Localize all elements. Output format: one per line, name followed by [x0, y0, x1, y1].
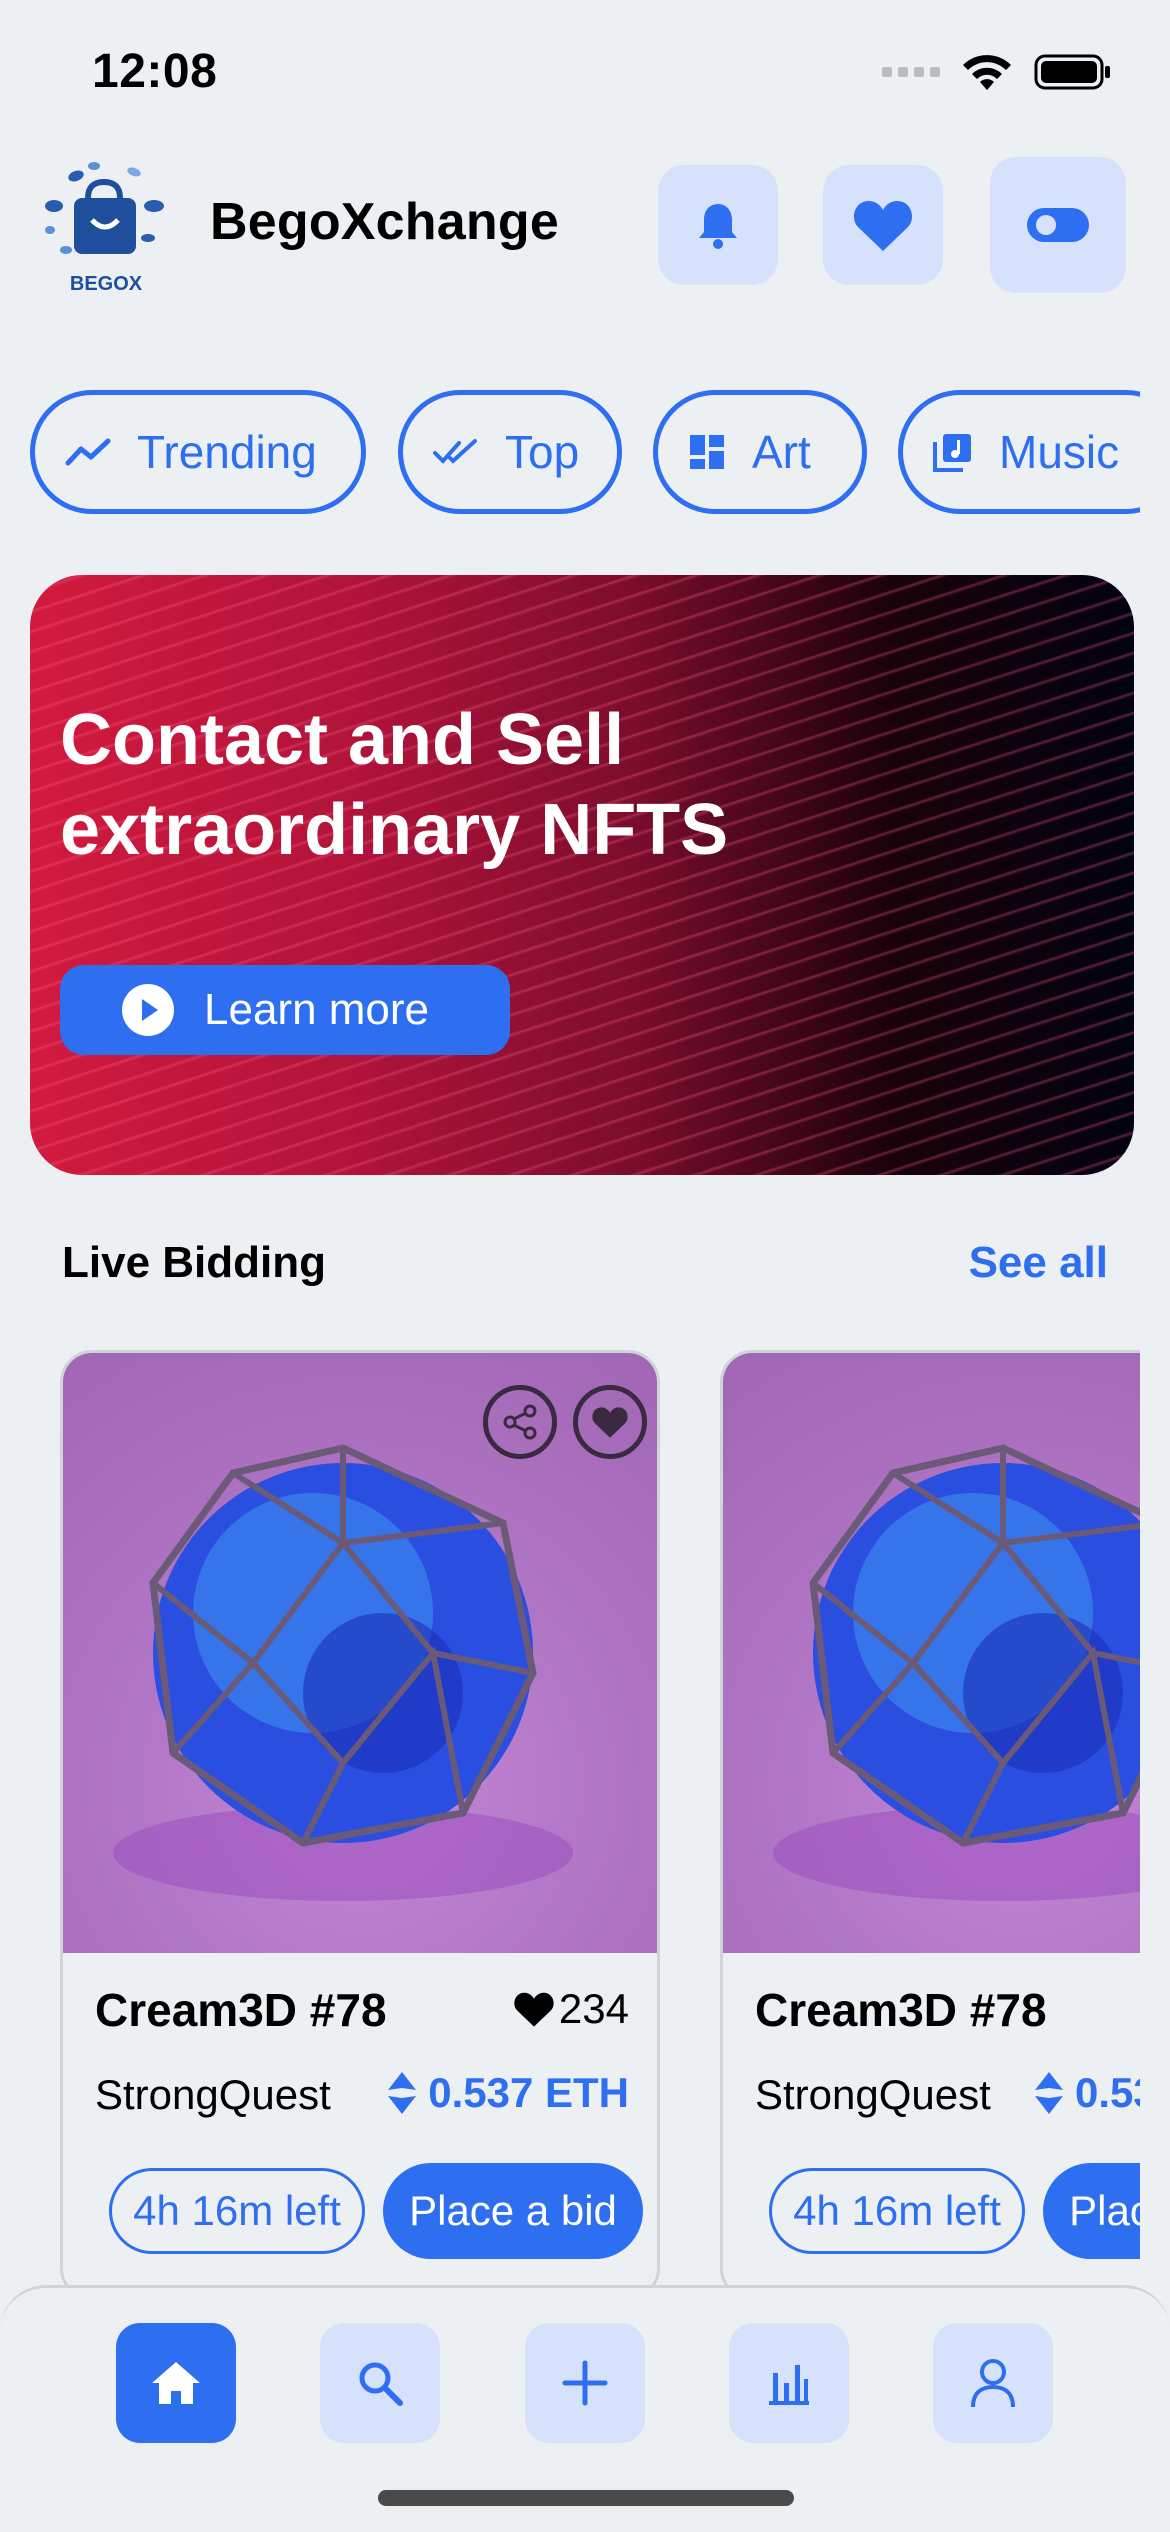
share-icon [503, 1404, 537, 1440]
live-bidding-carousel: Cream3D #78 234 StrongQuest 0.537 ETH 4h… [0, 1350, 1140, 2300]
chip-music[interactable]: Music [898, 390, 1140, 514]
status-bar: 12:08 [0, 0, 1170, 150]
like-button[interactable] [573, 1385, 647, 1459]
home-icon [152, 2362, 200, 2404]
favorites-button[interactable] [823, 165, 943, 285]
nft-owner: StrongQuest [95, 2071, 331, 2118]
promo-banner: Contact and Sell extraordinary NFTS Lear… [30, 575, 1134, 1175]
category-chips: Trending Top Art Music [30, 390, 1140, 518]
status-icons [882, 52, 1112, 92]
chip-label: Art [752, 426, 811, 478]
nft-card[interactable]: Cream3D #78 StrongQuest 0.537 ETH 4h 16m… [720, 1350, 1140, 2300]
battery-icon [1034, 54, 1110, 90]
nft-price: 0.537 ETH [1033, 2069, 1140, 2117]
tab-home[interactable] [116, 2323, 236, 2443]
cellular-signal-icon [882, 67, 940, 77]
tab-profile[interactable] [933, 2323, 1053, 2443]
user-icon [971, 2359, 1015, 2408]
share-button[interactable] [483, 1385, 557, 1459]
price-value: 0.537 ETH [1075, 2069, 1140, 2116]
app-header: BEGOX BegoXchange [0, 150, 1170, 310]
heart-icon [853, 201, 913, 251]
chip-top[interactable]: Top [398, 390, 622, 514]
toggle-icon [1027, 208, 1089, 242]
trending-icon [65, 438, 111, 466]
wifi-icon [963, 55, 1011, 90]
chip-label: Top [505, 426, 580, 478]
ethereum-icon [1035, 2072, 1063, 2114]
play-circle-icon [122, 984, 174, 1036]
double-check-icon [433, 439, 477, 464]
place-bid-button[interactable]: Place a bid [1043, 2163, 1140, 2259]
place-bid-button[interactable]: Place a bid [383, 2163, 643, 2259]
chip-label: Music [999, 426, 1120, 478]
bar-chart-icon [769, 2365, 809, 2405]
status-time: 12:08 [92, 45, 218, 98]
search-icon [359, 2362, 403, 2406]
learn-more-button[interactable]: Learn more [60, 965, 510, 1055]
music-library-icon [933, 434, 971, 472]
nft-price: 0.537 ETH [386, 2069, 629, 2117]
nft-image [63, 1353, 657, 1953]
plus-icon [562, 2360, 608, 2406]
heart-icon [514, 1992, 554, 2027]
bell-icon [699, 204, 737, 249]
nft-name: Cream3D #78 [755, 1984, 1047, 2036]
banner-title: Contact and Sell extraordinary NFTS [60, 700, 729, 870]
svg-text:BEGOX: BEGOX [70, 273, 143, 295]
chip-label: Trending [137, 426, 317, 478]
nft-info: Cream3D #78 234 StrongQuest 0.537 ETH 4h… [63, 1953, 657, 2297]
nft-name: Cream3D #78 [95, 1984, 387, 2036]
nft-image [723, 1353, 1140, 1953]
chip-trending[interactable]: Trending [30, 390, 366, 514]
section-title: Live Bidding [62, 1238, 326, 1287]
time-left-badge: 4h 16m left [109, 2168, 365, 2254]
nft-info: Cream3D #78 StrongQuest 0.537 ETH 4h 16m… [723, 1953, 1140, 2297]
nft-owner: StrongQuest [755, 2071, 991, 2118]
heart-icon [592, 1407, 628, 1438]
dashboard-icon [690, 435, 724, 469]
tab-search[interactable] [320, 2323, 440, 2443]
chip-art[interactable]: Art [653, 390, 867, 514]
theme-toggle-button[interactable] [990, 157, 1126, 293]
tab-create[interactable] [525, 2323, 645, 2443]
nft-card[interactable]: Cream3D #78 234 StrongQuest 0.537 ETH 4h… [60, 1350, 660, 2300]
likes-count: 234 [558, 1985, 629, 2032]
app-title: BegoXchange [210, 193, 559, 251]
home-indicator [378, 2490, 794, 2506]
nft-likes: 234 [513, 1985, 629, 2033]
ethereum-icon [388, 2072, 417, 2114]
learn-more-label: Learn more [204, 985, 430, 1034]
time-left-badge: 4h 16m left [769, 2168, 1025, 2254]
see-all-link[interactable]: See all [969, 1238, 1108, 1288]
begox-logo[interactable]: BEGOX [36, 158, 176, 298]
notifications-button[interactable] [658, 165, 778, 285]
tab-stats[interactable] [729, 2323, 849, 2443]
price-value: 0.537 ETH [428, 2069, 629, 2116]
